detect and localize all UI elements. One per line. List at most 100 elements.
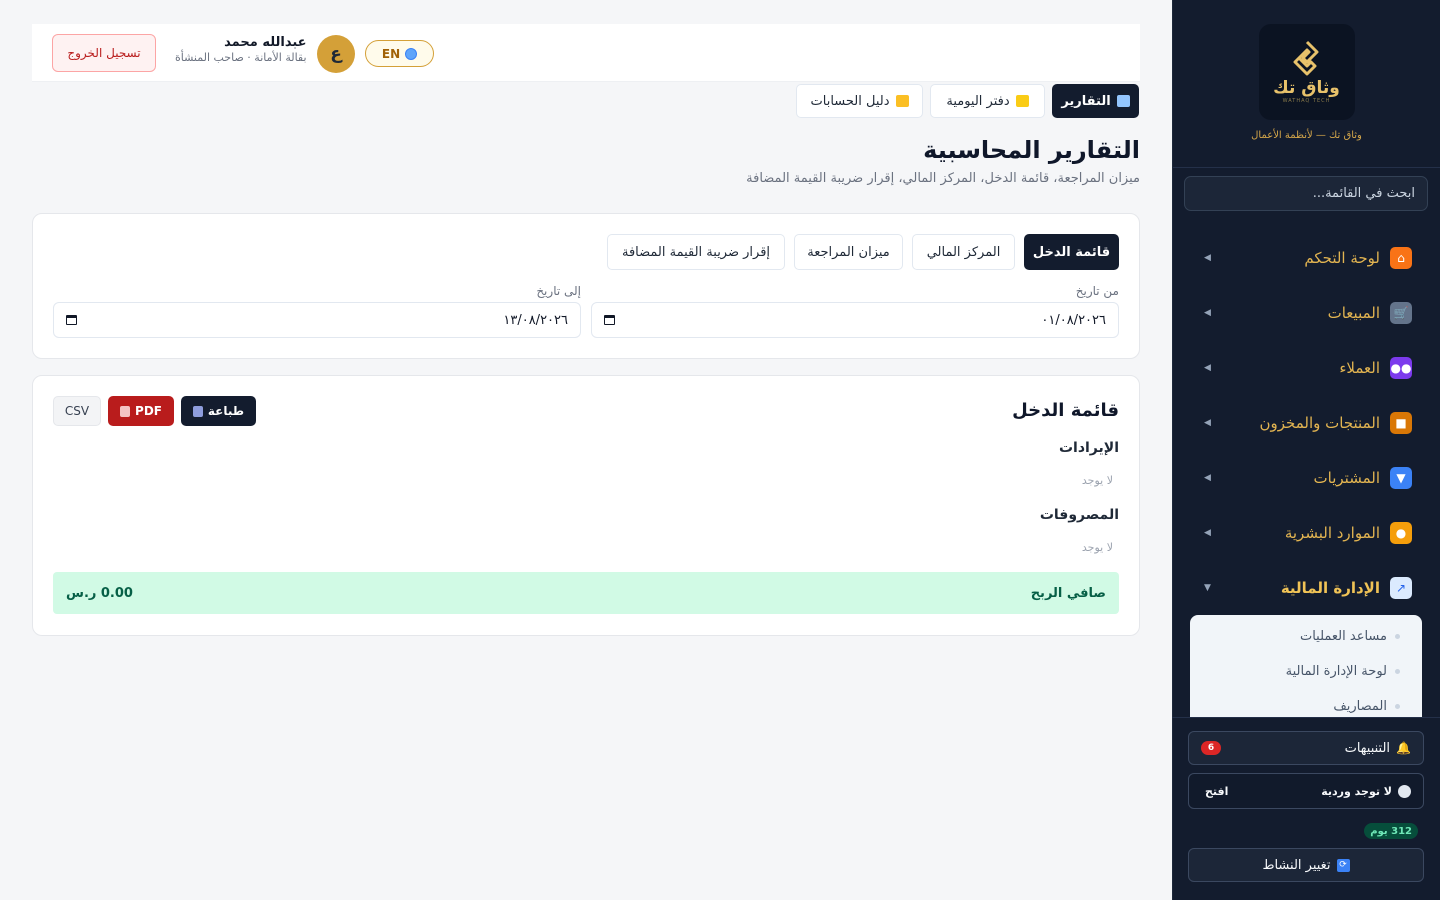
subnav-item-label: المصاريف bbox=[1333, 699, 1387, 714]
shift-status-label: لا توجد وردية bbox=[1321, 784, 1392, 798]
tab-trial-balance[interactable]: ميزان المراجعة bbox=[794, 234, 903, 270]
tab-balance-sheet[interactable]: المركز المالي bbox=[912, 234, 1015, 270]
brand: وثاق تك WATHAQ TECH وثاق تك — لأنظمة الأ… bbox=[1173, 0, 1440, 168]
income-statement-card: قائمة الدخل طباعة PDF CSV الإيرادات لا ي… bbox=[32, 375, 1140, 636]
sidebar-item-purchases[interactable]: ▼ المشتريات ◀ bbox=[1184, 456, 1428, 500]
logo[interactable]: وثاق تك WATHAQ TECH bbox=[1258, 24, 1355, 120]
home-icon: ⌂ bbox=[1390, 247, 1412, 269]
chevron-left-icon: ◀ bbox=[1204, 363, 1211, 373]
bullet-icon bbox=[1395, 634, 1400, 639]
sidebar-item-label: العملاء bbox=[1339, 359, 1380, 377]
tab-chart-of-accounts[interactable]: دليل الحسابات bbox=[796, 84, 923, 118]
person-icon: ● bbox=[1390, 522, 1412, 544]
bullet-icon bbox=[1395, 704, 1400, 709]
print-button[interactable]: طباعة bbox=[181, 396, 256, 426]
bullet-icon bbox=[1395, 669, 1400, 674]
brand-tagline: وثاق تك — لأنظمة الأعمال bbox=[1251, 130, 1362, 141]
change-activity-button[interactable]: ⟳ تغيير النشاط bbox=[1188, 848, 1424, 882]
sidebar-item-products[interactable]: ■ المنتجات والمخزون ◀ bbox=[1184, 401, 1428, 445]
globe-icon bbox=[405, 47, 418, 60]
net-profit-row: صافي الربح 0.00 ر.س bbox=[53, 572, 1119, 614]
filter-card: قائمة الدخل المركز المالي ميزان المراجعة… bbox=[32, 213, 1140, 359]
logout-button[interactable]: تسجيل الخروج bbox=[52, 34, 156, 72]
days-remaining-badge: 312 يوم bbox=[1364, 823, 1418, 839]
tab-journal[interactable]: دفتر اليومية bbox=[930, 84, 1045, 118]
subnav-item-label: لوحة الإدارة المالية bbox=[1285, 664, 1387, 679]
shift-status-icon bbox=[1398, 784, 1411, 798]
subnav-item-operations-assistant[interactable]: مساعد العمليات bbox=[1190, 619, 1422, 654]
sidebar-search-input[interactable] bbox=[1184, 176, 1428, 211]
chevron-left-icon: ◀ bbox=[1204, 528, 1211, 538]
user-block[interactable]: عبدالله محمد بقالة الأمانة · صاحب المنشأ… bbox=[175, 35, 307, 64]
revenue-section-title: الإيرادات bbox=[1058, 440, 1119, 456]
sidebar-item-label: المنتجات والمخزون bbox=[1259, 414, 1380, 432]
from-date-input[interactable]: ٠١/٠٨/٢٠٢٦ bbox=[591, 302, 1119, 338]
tab-label: التقارير bbox=[1061, 93, 1111, 109]
printer-icon bbox=[192, 405, 203, 417]
calendar-icon[interactable] bbox=[604, 315, 615, 325]
users-icon: ●● bbox=[1390, 357, 1412, 379]
sidebar-item-sales[interactable]: 🛒 المبيعات ◀ bbox=[1184, 291, 1428, 335]
chevron-left-icon: ◀ bbox=[1204, 308, 1211, 318]
tab-label: دفتر اليومية bbox=[946, 93, 1010, 109]
sidebar-item-hr[interactable]: ● الموارد البشرية ◀ bbox=[1184, 511, 1428, 555]
divider bbox=[1172, 717, 1440, 718]
expenses-section-title: المصروفات bbox=[1039, 507, 1119, 523]
export-pdf-button[interactable]: PDF bbox=[108, 396, 174, 426]
net-profit-value: 0.00 ر.س bbox=[66, 585, 133, 601]
shift-status: لا توجد وردية افتح bbox=[1188, 773, 1424, 809]
sidebar-item-label: لوحة التحكم bbox=[1304, 249, 1380, 267]
tab-vat-return[interactable]: إقرار ضريبة القيمة المضافة bbox=[607, 234, 785, 270]
from-date-label: من تاريخ bbox=[1075, 284, 1119, 298]
logo-subtext: WATHAQ TECH bbox=[1282, 98, 1331, 104]
expenses-empty-text: لا يوجد bbox=[1081, 541, 1113, 554]
to-date-label: إلى تاريخ bbox=[536, 284, 581, 298]
alerts-button[interactable]: 🔔 التنبيهات 6 bbox=[1188, 731, 1424, 765]
subnav-item-finance-dashboard[interactable]: لوحة الإدارة المالية bbox=[1190, 654, 1422, 689]
language-label: EN bbox=[381, 46, 401, 61]
pdf-label: PDF bbox=[135, 404, 162, 418]
document-icon bbox=[120, 405, 131, 417]
sidebar-item-dashboard[interactable]: ⌂ لوحة التحكم ◀ bbox=[1184, 236, 1428, 280]
alerts-count-badge: 6 bbox=[1201, 741, 1221, 755]
subnav-item-expenses[interactable]: المصاريف bbox=[1190, 689, 1422, 717]
chevron-down-icon: ▼ bbox=[1204, 583, 1211, 593]
sidebar: وثاق تك WATHAQ TECH وثاق تك — لأنظمة الأ… bbox=[1172, 0, 1440, 900]
subnav-item-label: مساعد العمليات bbox=[1299, 629, 1387, 644]
box-icon: ■ bbox=[1390, 412, 1412, 434]
finance-subnav: مساعد العمليات لوحة الإدارة المالية المص… bbox=[1190, 615, 1422, 717]
to-date-value: ١٣/٠٨/٢٠٢٦ bbox=[503, 312, 568, 328]
sidebar-item-customers[interactable]: ●● العملاء ◀ bbox=[1184, 346, 1428, 390]
logo-mark-icon bbox=[1293, 40, 1318, 76]
calendar-icon[interactable] bbox=[66, 315, 77, 325]
inbox-icon: ▼ bbox=[1390, 467, 1412, 489]
report-title: قائمة الدخل bbox=[1012, 400, 1119, 421]
change-activity-label: تغيير النشاط bbox=[1262, 857, 1331, 873]
alerts-label: التنبيهات bbox=[1344, 740, 1391, 756]
open-shift-button[interactable]: افتح bbox=[1205, 785, 1228, 798]
tab-income-statement[interactable]: قائمة الدخل bbox=[1024, 234, 1119, 270]
page-title: التقارير المحاسبية bbox=[923, 136, 1140, 164]
to-date-input[interactable]: ١٣/٠٨/٢٠٢٦ bbox=[53, 302, 581, 338]
print-label: طباعة bbox=[207, 404, 245, 418]
folder-icon bbox=[895, 95, 909, 107]
topbar: تسجيل الخروج عبدالله محمد بقالة الأمانة … bbox=[32, 24, 1140, 82]
sidebar-item-finance[interactable]: ↗ الإدارة المالية ▼ bbox=[1184, 566, 1428, 610]
sidebar-item-label: المشتريات bbox=[1313, 469, 1380, 487]
chevron-left-icon: ◀ bbox=[1204, 253, 1211, 263]
language-toggle-button[interactable]: EN bbox=[365, 40, 434, 67]
revenue-empty-text: لا يوجد bbox=[1081, 474, 1113, 487]
notebook-icon bbox=[1015, 95, 1029, 107]
logo-text: وثاق تك bbox=[1273, 78, 1340, 98]
chart-icon: ↗ bbox=[1390, 577, 1412, 599]
avatar[interactable]: ع bbox=[317, 35, 355, 73]
user-role: بقالة الأمانة · صاحب المنشأة bbox=[175, 51, 307, 64]
from-date-value: ٠١/٠٨/٢٠٢٦ bbox=[1041, 312, 1106, 328]
refresh-icon: ⟳ bbox=[1336, 858, 1350, 872]
tab-reports[interactable]: التقارير bbox=[1052, 84, 1139, 118]
tab-label: دليل الحسابات bbox=[810, 93, 890, 109]
export-csv-button[interactable]: CSV bbox=[53, 396, 101, 426]
sidebar-item-label: المبيعات bbox=[1327, 304, 1380, 322]
bell-icon: 🔔 bbox=[1396, 741, 1411, 755]
user-name: عبدالله محمد bbox=[224, 35, 307, 50]
